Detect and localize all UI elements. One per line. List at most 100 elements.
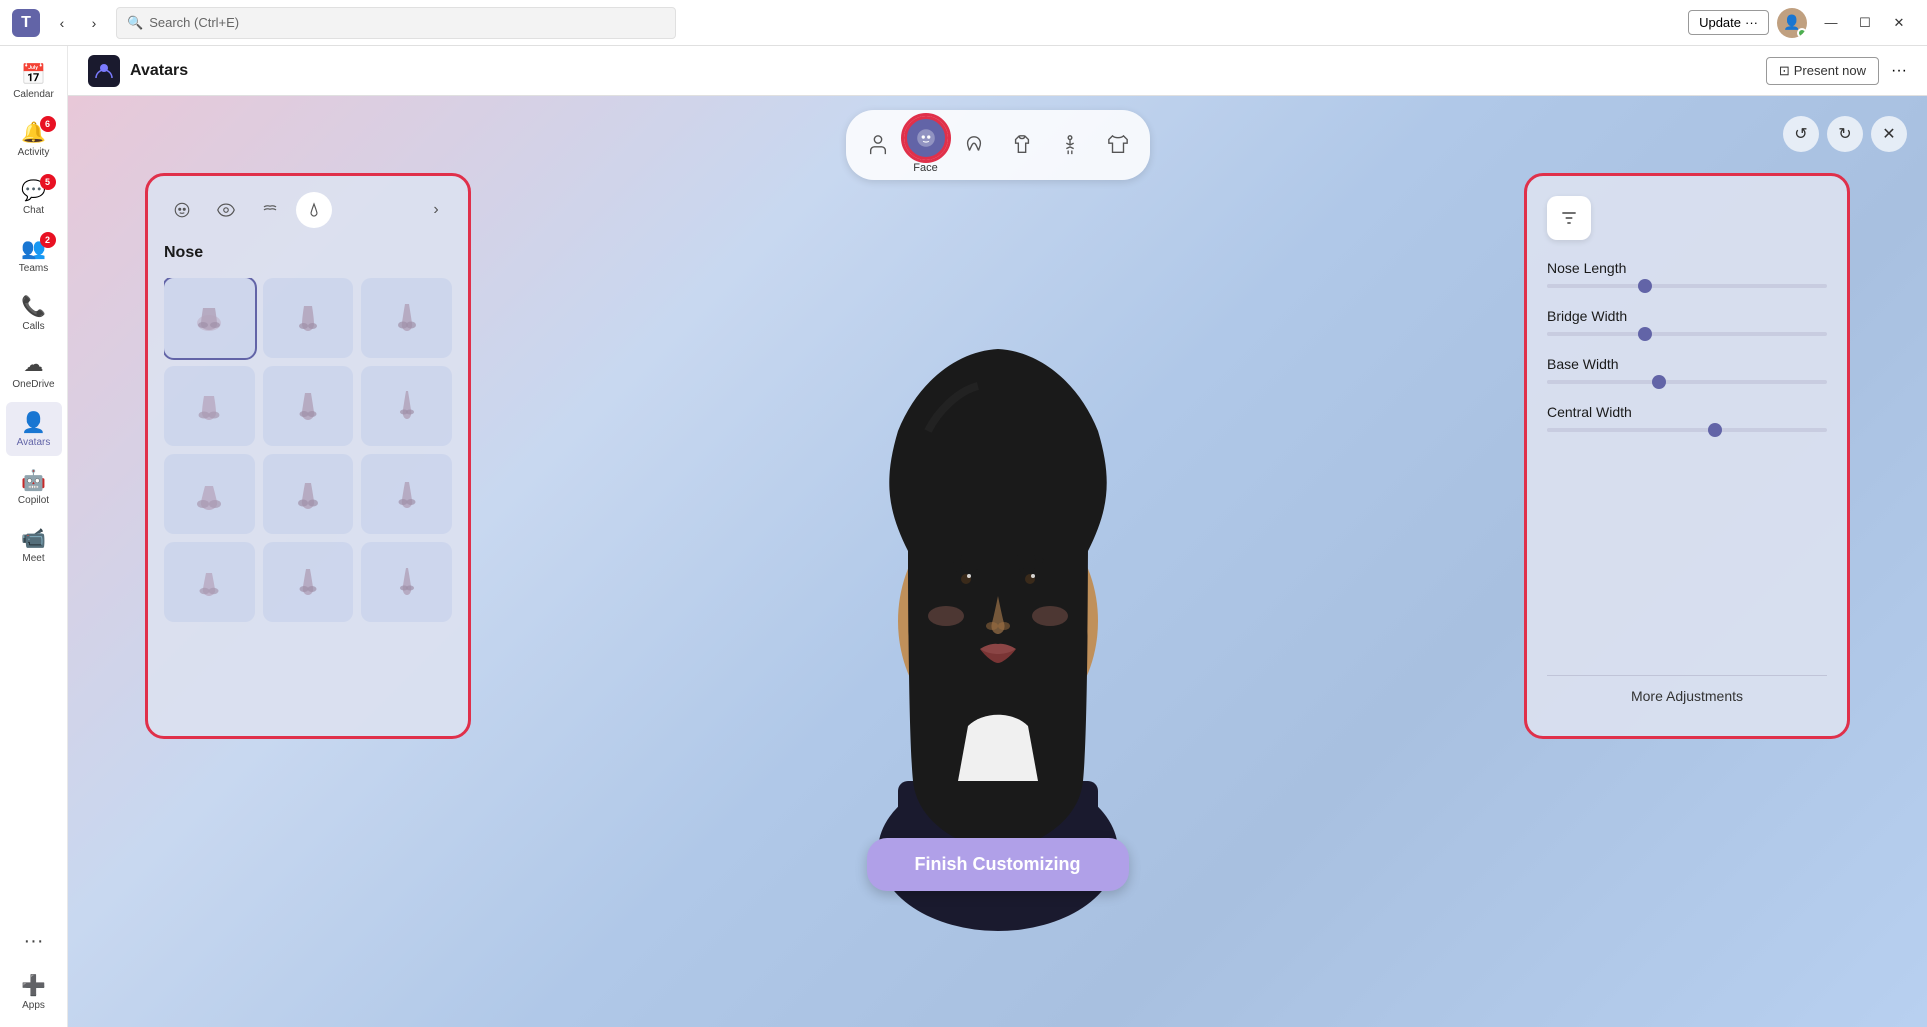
slider-central-width-label: Central Width — [1547, 404, 1827, 420]
nose-item-5[interactable] — [263, 366, 354, 446]
avatars-app-icon — [88, 55, 120, 87]
app-title: Avatars — [130, 62, 188, 80]
nose-item-2[interactable] — [263, 278, 354, 358]
more-adjustments-button[interactable]: More Adjustments — [1547, 675, 1827, 716]
slider-nose-length-label: Nose Length — [1547, 260, 1827, 276]
sidebar-label-activity: Activity — [18, 147, 50, 158]
update-button[interactable]: Update ··· — [1688, 10, 1769, 35]
sidebar-label-teams: Teams — [19, 263, 48, 274]
nose-item-9[interactable] — [361, 454, 452, 534]
slider-bridge-width-thumb[interactable] — [1638, 327, 1652, 341]
tool-btn-outfit[interactable] — [1000, 123, 1044, 167]
window-controls: — ☐ ✕ — [1815, 9, 1915, 37]
tool-btn-pose[interactable] — [1048, 123, 1092, 167]
tab-nose[interactable] — [296, 192, 332, 228]
app-logo: T — [12, 9, 40, 37]
main-content: Avatars ⊡ Present now ··· — [68, 46, 1927, 1027]
nose-item-11[interactable] — [263, 542, 354, 622]
nose-item-8[interactable] — [263, 454, 354, 534]
avatar-figure: Finish Customizing — [738, 291, 1258, 931]
tab-next[interactable]: › — [420, 194, 452, 226]
sidebar-label-calls: Calls — [22, 321, 44, 332]
nose-item-6[interactable] — [361, 366, 452, 446]
face-label: Face — [913, 162, 937, 174]
nose-item-10[interactable] — [164, 542, 255, 622]
app-header: Avatars ⊡ Present now ··· — [68, 46, 1927, 96]
sidebar-item-copilot[interactable]: 🤖 Copilot — [6, 460, 62, 514]
user-avatar: 👤 — [1777, 8, 1807, 38]
nose-item-12[interactable] — [361, 542, 452, 622]
sidebar-label-onedrive: OneDrive — [12, 379, 54, 390]
sidebar-item-meet[interactable]: 📹 Meet — [6, 518, 62, 572]
nav-controls: ‹ › — [48, 9, 108, 37]
filter-button[interactable] — [1547, 196, 1591, 240]
sidebar-item-activity[interactable]: 🔔 Activity 6 — [6, 112, 62, 166]
slider-bridge-width-label: Bridge Width — [1547, 308, 1827, 324]
sidebar-item-calls[interactable]: 📞 Calls — [6, 286, 62, 340]
panel-section-title: Nose — [164, 240, 452, 266]
sidebar-item-avatars[interactable]: 👤 Avatars — [6, 402, 62, 456]
window-close-button[interactable]: ✕ — [1883, 9, 1915, 37]
nose-item-3[interactable] — [361, 278, 452, 358]
slider-base-width-track[interactable] — [1547, 380, 1827, 384]
slider-nose-length-track[interactable] — [1547, 284, 1827, 288]
slider-base-width-thumb[interactable] — [1652, 375, 1666, 389]
finish-customizing-button[interactable]: Finish Customizing — [867, 838, 1129, 891]
onedrive-icon: ☁ — [24, 352, 44, 377]
meet-icon: 📹 — [21, 526, 46, 551]
redo-button[interactable]: ↻ — [1827, 116, 1863, 152]
face-btn-wrapper: Face — [904, 116, 948, 174]
sidebar-item-chat[interactable]: 💬 Chat 5 — [6, 170, 62, 224]
sidebar-label-copilot: Copilot — [18, 495, 49, 506]
calls-icon: 📞 — [21, 294, 46, 319]
maximize-button[interactable]: ☐ — [1849, 9, 1881, 37]
tab-face-shape[interactable] — [164, 192, 200, 228]
minimize-button[interactable]: — — [1815, 9, 1847, 37]
present-now-button[interactable]: ⊡ Present now — [1766, 57, 1879, 85]
slider-central-width: Central Width — [1547, 404, 1827, 432]
tool-btn-body[interactable] — [856, 123, 900, 167]
apps-icon: ➕ — [21, 973, 46, 998]
slider-nose-length-thumb[interactable] — [1638, 279, 1652, 293]
nose-item-1[interactable] — [164, 278, 255, 358]
slider-base-width: Base Width — [1547, 356, 1827, 384]
titlebar: T ‹ › 🔍 Search (Ctrl+E) Update ··· 👤 — ☐… — [0, 0, 1927, 46]
nose-item-4[interactable] — [164, 366, 255, 446]
tab-eyes[interactable] — [208, 192, 244, 228]
forward-button[interactable]: › — [80, 9, 108, 37]
more-icon: ··· — [24, 930, 44, 953]
slider-bridge-width-track[interactable] — [1547, 332, 1827, 336]
sidebar-item-calendar[interactable]: 📅 Calendar — [6, 54, 62, 108]
sidebar-item-teams[interactable]: 👥 Teams 2 — [6, 228, 62, 282]
sidebar-item-more[interactable]: ··· — [6, 922, 62, 961]
slider-central-width-thumb[interactable] — [1708, 423, 1722, 437]
app-header-right: ⊡ Present now ··· — [1766, 57, 1907, 85]
tool-btn-clothing[interactable] — [1096, 123, 1140, 167]
slider-base-width-label: Base Width — [1547, 356, 1827, 372]
sidebar: 📅 Calendar 🔔 Activity 6 💬 Chat 5 👥 Teams… — [0, 46, 68, 1027]
sidebar-label-calendar: Calendar — [13, 89, 54, 100]
tool-btn-face[interactable] — [904, 116, 948, 160]
tab-eyebrows[interactable] — [252, 192, 288, 228]
slider-central-width-track[interactable] — [1547, 428, 1827, 432]
sidebar-item-apps[interactable]: ➕ Apps — [6, 965, 62, 1019]
slider-bridge-width: Bridge Width — [1547, 308, 1827, 336]
nose-item-7[interactable] — [164, 454, 255, 534]
search-bar[interactable]: 🔍 Search (Ctrl+E) — [116, 7, 676, 39]
editor-close-button[interactable]: ✕ — [1871, 116, 1907, 152]
app-more-button[interactable]: ··· — [1891, 62, 1907, 80]
activity-badge: 6 — [40, 116, 56, 132]
sidebar-label-apps: Apps — [22, 1000, 45, 1011]
present-icon: ⊡ — [1779, 63, 1790, 79]
tool-btn-hair[interactable] — [952, 123, 996, 167]
back-button[interactable]: ‹ — [48, 9, 76, 37]
left-panel: › Nose — [148, 176, 468, 736]
undo-button[interactable]: ↺ — [1783, 116, 1819, 152]
slider-nose-length: Nose Length — [1547, 260, 1827, 288]
editor-area: Face — [68, 96, 1927, 1027]
sidebar-item-onedrive[interactable]: ☁ OneDrive — [6, 344, 62, 398]
online-indicator — [1797, 28, 1807, 38]
search-icon: 🔍 — [127, 15, 143, 31]
sidebar-label-chat: Chat — [23, 205, 44, 216]
search-placeholder: Search (Ctrl+E) — [149, 15, 239, 30]
